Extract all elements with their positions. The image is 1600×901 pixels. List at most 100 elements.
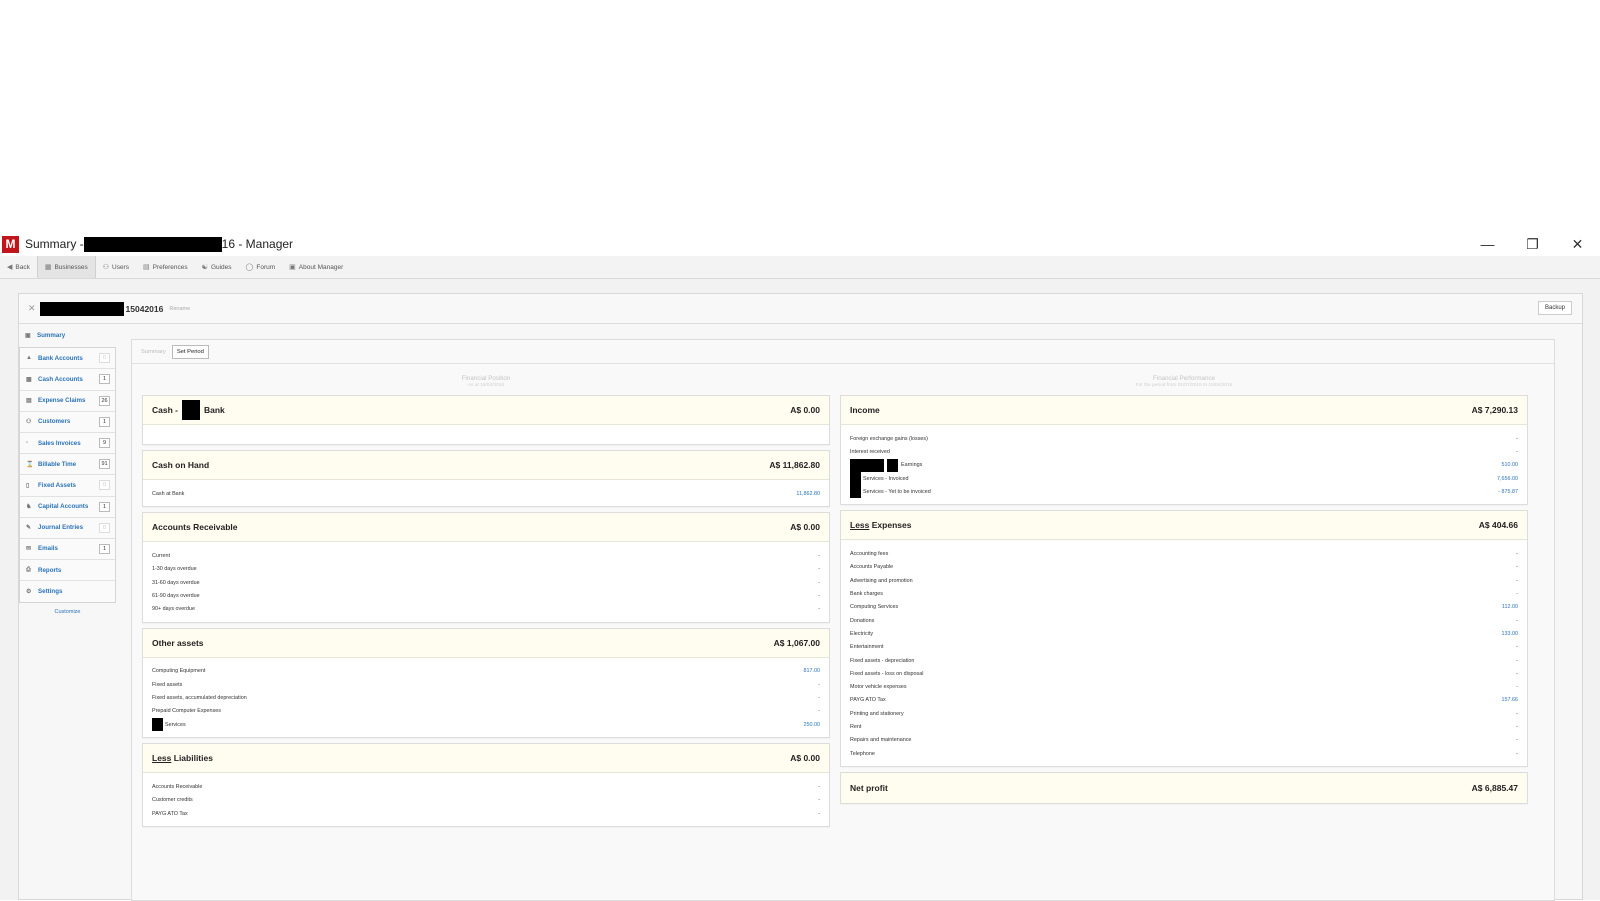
row-value[interactable]: 250.00 <box>804 722 821 728</box>
financial-performance-title: Financial Performance <box>1153 375 1215 382</box>
sidebar: ▣ Summary ▲ Bank Accounts 0 ▦ Cash Accounts… <box>19 325 116 615</box>
card-total: A$ 7,290.13 <box>1471 405 1518 415</box>
row-value[interactable]: 112.00 <box>1502 604 1518 610</box>
card-title: Less Expenses <box>850 520 911 530</box>
users-label: Users <box>112 263 129 271</box>
customize-link[interactable]: Customize <box>19 609 116 615</box>
customers-icon: ⚇ <box>26 419 32 426</box>
sidebar-item-summary[interactable]: ▣ Summary <box>19 325 116 347</box>
row-value[interactable]: - <box>818 682 820 688</box>
business-frame: ✕ 15042016 Rename Backup ▣ Summary ▲ Bank… <box>18 293 1583 901</box>
rename-link[interactable]: Rename <box>169 306 190 312</box>
restore-icon[interactable]: ❐ <box>1510 232 1555 256</box>
sidebar-item-label: Reports <box>38 566 62 574</box>
card-header: Cash on Hand A$ 11,862.80 <box>143 451 829 480</box>
users-tab[interactable]: ⚇ Users <box>96 256 136 278</box>
card-header: Cash - Bank A$ 0.00 <box>143 396 829 425</box>
backup-button[interactable]: Backup <box>1537 301 1572 315</box>
row-label: Donations <box>850 617 875 624</box>
financial-performance-subtitle: For the period from 01/07/2015 to 15/04/… <box>1135 383 1233 388</box>
list-item: Services - Yet to be invoiced - 875.87 <box>850 485 1518 499</box>
card-total: A$ 11,862.80 <box>769 460 820 470</box>
row-value: - <box>1516 577 1518 584</box>
guides-tab[interactable]: ☯ Guides <box>195 256 239 278</box>
close-icon[interactable]: ✕ <box>1555 232 1600 256</box>
bank-icon: ▲ <box>26 355 32 362</box>
row-value: - <box>1516 617 1518 624</box>
financial-position-header: Financial Position As at 15/04/2016 <box>142 375 830 389</box>
sidebar-item-capital-accounts[interactable]: ♞ Capital Accounts 1 <box>20 496 115 518</box>
card-title: Less Liabilities <box>152 753 213 763</box>
card-body: Current - 1-30 days overdue - 31-60 days o… <box>143 542 829 621</box>
card-title-part: Less <box>850 520 870 531</box>
sidebar-item-billable-time[interactable]: ⌛ Billable Time 91 <box>20 454 115 476</box>
row-value: - <box>818 783 820 790</box>
row-value[interactable]: 817.00 <box>804 668 821 674</box>
row-value[interactable]: 11,862.80 <box>796 491 820 497</box>
row-value[interactable]: 7,656.00 <box>1497 476 1518 482</box>
row-value[interactable]: 157.66 <box>1502 697 1519 703</box>
sidebar-item-journal-entries[interactable]: ✎ Journal Entries 0 <box>20 517 115 539</box>
list-item: Repairs and maintenance - <box>850 734 1518 747</box>
sidebar-item-bank-accounts[interactable]: ▲ Bank Accounts 0 <box>20 348 115 370</box>
window-controls: — ❐ ✕ <box>1465 232 1600 256</box>
list-item: Computing Equipment 817.00 <box>152 665 820 678</box>
list-item: Entertainment - <box>850 641 1518 654</box>
row-value: - <box>818 797 820 804</box>
sidebar-item-fixed-assets[interactable]: ▯ Fixed Assets 0 <box>20 475 115 497</box>
row-label-text: Earnings <box>901 462 923 469</box>
row-label-text: Services - Invoiced <box>863 475 909 482</box>
row-label: Cash at Bank <box>152 490 185 497</box>
row-value: - <box>818 810 820 817</box>
count-badge: 1 <box>99 543 110 554</box>
sidebar-item-settings[interactable]: ⚙ Settings <box>20 581 115 603</box>
card-total: A$ 0.00 <box>790 522 820 533</box>
forum-tab[interactable]: ◯ Forum <box>239 256 283 278</box>
sidebar-item-customers[interactable]: ⚇ Customers 1 <box>20 411 115 433</box>
businesses-tab[interactable]: ▦ Businesses <box>36 256 96 278</box>
row-value: - <box>1516 723 1518 730</box>
cash-bank-card: Cash - Bank A$ 0.00 <box>142 395 830 445</box>
count-badge: 1 <box>99 416 110 427</box>
redacted-block <box>181 400 200 420</box>
sidebar-item-expense-claims[interactable]: ▤ Expense Claims 26 <box>20 390 115 412</box>
sidebar-item-cash-accounts[interactable]: ▦ Cash Accounts 1 <box>20 369 115 391</box>
sidebar-item-emails[interactable]: ✉ Emails 1 <box>20 538 115 561</box>
card-title-part: Expenses <box>871 520 912 531</box>
back-button[interactable]: ◀ Back <box>0 256 37 278</box>
card-total: A$ 0.00 <box>790 753 820 764</box>
row-label: Fixed assets <box>152 681 183 688</box>
set-period-button[interactable]: Set Period <box>171 344 209 359</box>
financial-position-title: Financial Position <box>461 375 511 382</box>
forum-icon: ◯ <box>245 264 254 271</box>
cash-icon: ▦ <box>26 376 32 383</box>
sidebar-item-sales-invoices[interactable]: ▫ Sales Invoices 9 <box>20 432 115 455</box>
close-business-icon[interactable]: ✕ <box>28 303 36 314</box>
row-value: - <box>818 592 820 599</box>
list-item: Prepaid Computer Expenses - <box>152 705 820 718</box>
minimize-icon[interactable]: — <box>1465 232 1510 256</box>
sidebar-item-reports[interactable]: ⎙ Reports <box>20 560 115 582</box>
list-item: Fixed assets, accumulated depreciation - <box>152 691 820 704</box>
row-value: - <box>1516 644 1518 651</box>
card-title-part: Liabilities <box>173 753 213 764</box>
about-tab[interactable]: ▣ About Manager <box>282 256 350 278</box>
sidebar-item-label: Journal Entries <box>38 524 84 532</box>
list-item: Computing Services 112.00 <box>850 601 1518 614</box>
list-item: Accounts Receivable - <box>152 780 820 793</box>
row-value[interactable]: - 875.87 <box>1498 489 1518 495</box>
expenses-card: Less Expenses A$ 404.66 Accounting fees -… <box>840 510 1528 768</box>
expense-icon: ▤ <box>26 398 32 405</box>
list-item: Motor vehicle expenses - <box>850 680 1518 693</box>
users-icon: ⚇ <box>102 264 109 271</box>
card-body: Cash at Bank 11,862.80 <box>143 480 829 506</box>
sidebar-item-label: Emails <box>38 545 58 553</box>
row-value: - <box>818 708 820 715</box>
businesses-icon: ▦ <box>44 264 52 271</box>
list-item: Fixed assets - loss on disposal - <box>850 667 1518 680</box>
row-label: Fixed assets - loss on disposal <box>850 670 924 677</box>
card-title-part: Bank <box>203 405 225 415</box>
row-value[interactable]: 133.00 <box>1502 631 1519 637</box>
row-value[interactable]: 510.00 <box>1502 462 1519 468</box>
preferences-tab[interactable]: ▤ Preferences <box>136 256 195 278</box>
